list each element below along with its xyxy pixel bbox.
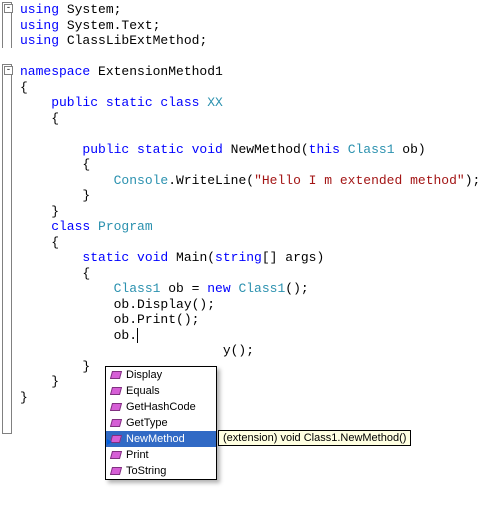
intellisense-item-gethashcode[interactable]: GetHashCode — [106, 399, 216, 415]
method-icon — [108, 367, 124, 383]
code-line[interactable]: static void Main(string[] args) — [20, 250, 502, 266]
code-line[interactable]: ob. — [20, 328, 502, 344]
code-line[interactable]: } — [20, 390, 502, 406]
intellisense-item-newmethod[interactable]: NewMethod — [106, 431, 216, 447]
intellisense-item-tostring[interactable]: ToString — [106, 463, 216, 479]
code-editor[interactable]: - - using System; using System.Text; usi… — [0, 0, 502, 405]
method-icon — [108, 415, 124, 431]
intellisense-item-label: GetType — [126, 417, 168, 429]
code-line[interactable]: y(); — [20, 343, 502, 359]
extension-method-icon — [108, 431, 124, 447]
code-line[interactable]: { — [20, 157, 502, 173]
code-line[interactable]: public static class XX — [20, 95, 502, 111]
intellisense-item-equals[interactable]: Equals — [106, 383, 216, 399]
code-line[interactable]: using ClassLibExtMethod; — [20, 33, 502, 49]
code-line[interactable]: } — [20, 188, 502, 204]
code-line[interactable]: public static void NewMethod(this Class1… — [20, 142, 502, 158]
method-icon — [108, 399, 124, 415]
code-line[interactable] — [20, 49, 502, 65]
code-line[interactable]: ob.Display(); — [20, 297, 502, 313]
intellisense-item-gettype[interactable]: GetType — [106, 415, 216, 431]
method-icon — [108, 463, 124, 479]
code-line[interactable]: } — [20, 204, 502, 220]
code-line[interactable]: { — [20, 266, 502, 282]
intellisense-popup[interactable]: Display Equals GetHashCode GetType NewMethod… — [105, 366, 217, 480]
code-line[interactable]: namespace ExtensionMethod1 — [20, 64, 502, 80]
code-line[interactable]: using System.Text; — [20, 18, 502, 34]
fold-toggle-icon[interactable]: - — [4, 4, 13, 13]
intellisense-item-label: NewMethod — [126, 433, 185, 445]
code-line[interactable] — [20, 126, 502, 142]
code-line[interactable]: { — [20, 235, 502, 251]
text-caret — [137, 328, 138, 343]
intellisense-item-label: Display — [126, 369, 162, 381]
code-line[interactable]: } — [20, 359, 502, 375]
code-line[interactable]: { — [20, 80, 502, 96]
intellisense-item-display[interactable]: Display — [106, 367, 216, 383]
intellisense-item-label: Print — [126, 449, 149, 461]
intellisense-item-print[interactable]: Print — [106, 447, 216, 463]
code-line[interactable]: { — [20, 111, 502, 127]
code-line[interactable]: } — [20, 374, 502, 390]
intellisense-tooltip: (extension) void Class1.NewMethod() — [218, 430, 411, 446]
outline-gutter: - - — [0, 0, 14, 405]
code-line[interactable]: Class1 ob = new Class1(); — [20, 281, 502, 297]
method-icon — [108, 447, 124, 463]
code-line[interactable]: class Program — [20, 219, 502, 235]
code-line[interactable]: ob.Print(); — [20, 312, 502, 328]
method-icon — [108, 383, 124, 399]
intellisense-item-label: GetHashCode — [126, 401, 196, 413]
intellisense-item-label: ToString — [126, 465, 166, 477]
intellisense-item-label: Equals — [126, 385, 160, 397]
fold-toggle-icon[interactable]: - — [4, 66, 13, 75]
code-line[interactable]: using System; — [20, 2, 502, 18]
code-line[interactable]: Console.WriteLine("Hello I m extended me… — [20, 173, 502, 189]
